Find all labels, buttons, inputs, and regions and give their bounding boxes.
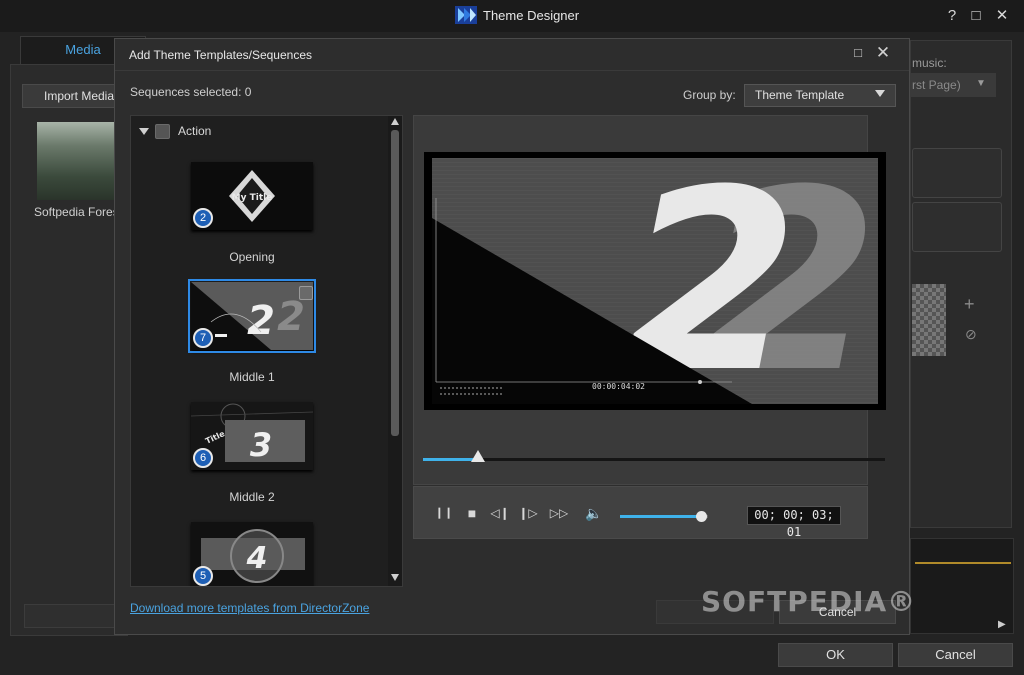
preview-panel: 2 2 00:00:04:02 <box>413 115 886 485</box>
cancel-button[interactable]: Cancel <box>898 643 1013 667</box>
template-4-thumb-text: 4 <box>246 541 268 576</box>
list-scrollbar[interactable] <box>388 116 402 586</box>
softpedia-watermark: SOFTPEDIA® <box>701 585 917 618</box>
time-display: 00; 00; 03; 01 <box>747 506 841 539</box>
template-name: Opening <box>229 250 275 264</box>
music-label: music: <box>912 56 947 70</box>
maximize-icon[interactable]: □ <box>966 6 986 26</box>
download-templates-link[interactable]: Download more templates from DirectorZon… <box>130 601 369 615</box>
scroll-up-icon[interactable] <box>391 118 399 125</box>
plus-icon[interactable]: + <box>964 294 975 315</box>
scrub-bar[interactable] <box>423 450 885 462</box>
template-checkbox[interactable] <box>299 286 313 300</box>
help-icon[interactable]: ? <box>942 6 962 26</box>
stop-icon[interactable]: ■ <box>462 503 482 523</box>
group-label: Action <box>178 124 212 138</box>
scrub-handle[interactable] <box>471 450 486 462</box>
volume-icon[interactable]: 🔈 <box>584 503 604 523</box>
scroll-down-icon[interactable] <box>391 574 399 581</box>
media-thumbnail-label: Softpedia Forest <box>34 205 123 219</box>
media-thumbnail[interactable] <box>37 122 117 200</box>
volume-handle[interactable] <box>695 511 707 522</box>
app-logo-icon <box>455 6 477 24</box>
preview-frame: 2 2 00:00:04:02 <box>424 152 886 410</box>
scrollbar-thumb[interactable] <box>391 130 399 436</box>
volume-slider-fill <box>620 515 701 518</box>
theme-designer-window: Theme Designer ? □ ✕ Media Import Media … <box>0 0 1024 675</box>
dialog-maximize-icon[interactable]: □ <box>851 46 865 60</box>
close-icon[interactable]: ✕ <box>992 6 1012 26</box>
previous-frame-icon[interactable]: ◁❙ <box>490 503 510 523</box>
next-frame-icon[interactable]: ❙▷ <box>518 503 538 523</box>
divider <box>115 70 909 71</box>
title-bar: Theme Designer ? □ ✕ <box>0 0 1024 32</box>
template-name: Middle 1 <box>229 370 275 384</box>
middle-2-thumb-text: 3 <box>250 426 272 464</box>
sequences-selected-count: Sequences selected: 0 <box>130 85 252 99</box>
group-by-label: Group by: <box>683 88 736 102</box>
pause-icon[interactable]: ❙❙ <box>434 503 454 523</box>
app-title: Theme Designer <box>483 8 580 23</box>
middle-1-thumb-ghost: 2 <box>277 294 305 340</box>
sequence-count-badge: 5 <box>193 566 213 586</box>
opening-thumb-text: My Title <box>232 193 273 203</box>
remove-icon[interactable]: ⊘ <box>965 326 977 343</box>
chevron-down-icon[interactable] <box>875 90 885 97</box>
fast-forward-icon[interactable]: ▷▷ <box>546 503 572 523</box>
collapse-icon[interactable] <box>139 128 149 135</box>
group-by-select[interactable]: Theme Template <box>744 84 896 107</box>
volume-slider[interactable] <box>620 511 708 522</box>
scrub-bar-fill <box>423 458 479 461</box>
sequence-count-badge: 6 <box>193 448 213 468</box>
preview-screen[interactable]: 2 2 00:00:04:02 <box>432 158 878 404</box>
scroll-right-icon[interactable]: ▶ <box>998 619 1006 630</box>
chevron-down-icon[interactable]: ▼ <box>976 78 986 89</box>
group-checkbox[interactable] <box>155 124 170 139</box>
preview-timecode: 00:00:04:02 <box>592 382 645 391</box>
sequence-count-badge: 7 <box>193 328 213 348</box>
property-card[interactable] <box>912 148 1002 198</box>
transparent-swatch[interactable] <box>912 284 946 356</box>
dialog-title: Add Theme Templates/Sequences <box>129 48 313 62</box>
ok-button[interactable]: OK <box>778 643 893 667</box>
timeline-marker <box>915 562 1011 564</box>
import-media-button[interactable]: Import Media <box>22 84 126 108</box>
preview-art: 2 2 <box>432 158 878 404</box>
template-list[interactable]: Action My Title 2 Opening 2 2 7 Middle 1… <box>130 115 403 587</box>
add-templates-dialog: Add Theme Templates/Sequences □ ✕ Sequen… <box>114 38 915 635</box>
middle-1-thumb-text: 2 <box>247 298 275 344</box>
property-card[interactable] <box>912 202 1002 252</box>
media-toolbar[interactable] <box>24 604 128 628</box>
playback-controls: ❙❙ ■ ◁❙ ❙▷ ▷▷ 🔈 00; 00; 03; 01 <box>413 486 868 539</box>
dialog-close-icon[interactable]: ✕ <box>875 44 891 61</box>
sequence-count-badge: 2 <box>193 208 213 228</box>
template-name: Middle 2 <box>229 490 275 504</box>
